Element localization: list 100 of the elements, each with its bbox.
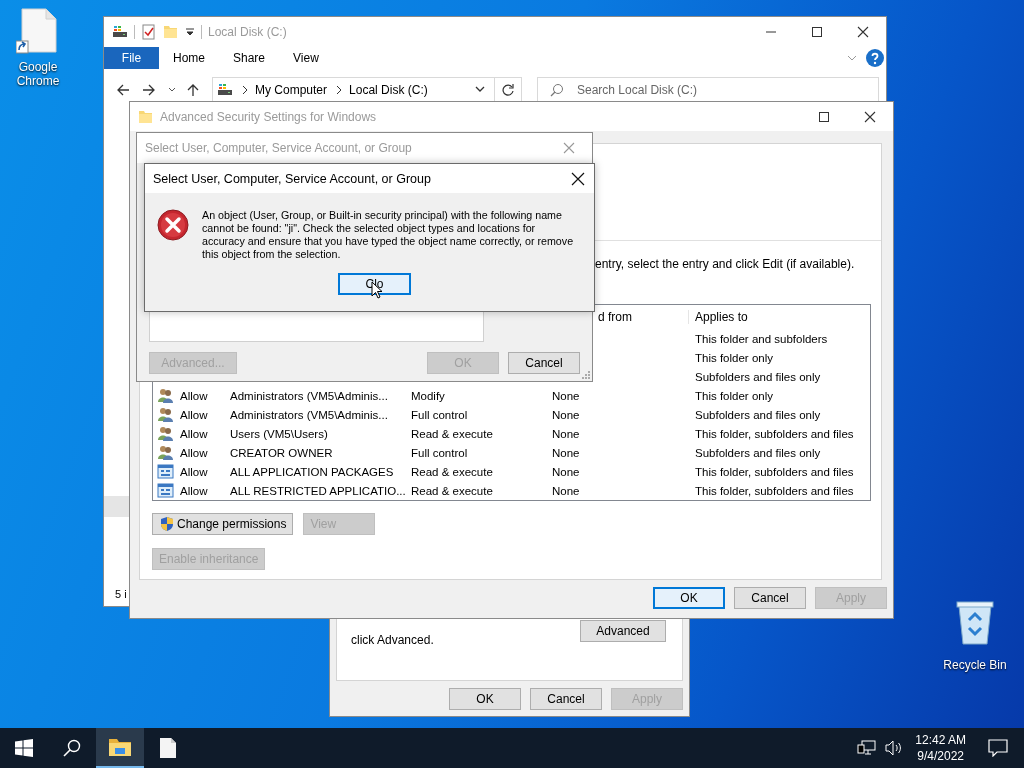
document-icon <box>159 737 177 759</box>
table-cell-text: None <box>552 427 581 440</box>
table-cell-text: Allow <box>180 389 209 402</box>
folder-icon <box>108 737 132 757</box>
windows-start-icon[interactable] <box>15 739 33 757</box>
table-cell-text: This folder only <box>695 389 774 402</box>
advanced-button[interactable]: Advanced <box>580 620 666 642</box>
dialog-button[interactable]: Cancel <box>508 352 580 374</box>
desktop-icon-label[interactable]: Recycle Bin <box>937 658 1013 672</box>
table-cell-text: Read & execute <box>411 465 494 478</box>
desktop-icon-label[interactable]: Google Chrome <box>8 60 68 88</box>
network-icon[interactable] <box>857 740 878 756</box>
table-cell-text: Users (VM5\Users) <box>230 427 329 440</box>
table-cell-text: Allow <box>180 484 209 497</box>
shortcut-icon[interactable] <box>16 8 60 54</box>
user-group-icon <box>157 425 174 442</box>
dialog-button[interactable]: Cancel <box>734 587 806 609</box>
close-icon[interactable] <box>864 110 876 123</box>
window-title: Select User, Computer, Service Account, or Group <box>153 171 431 186</box>
error-message: An object (User, Group, or Built-in security principal) with the following name cannot be found: "ji". Check the selected object types and locations for accuracy and ensure that you have typed the object name correctly, or remove this object from the selection. <box>202 209 575 261</box>
names-field[interactable] <box>149 311 484 342</box>
refresh-icon[interactable] <box>501 83 515 97</box>
table-cell-text: Allow <box>180 446 209 459</box>
table-cell-text: Administrators (VM5\Adminis... <box>230 408 389 421</box>
dialog-button[interactable]: OK <box>653 587 725 609</box>
window-title: Local Disk (C:) <box>208 25 287 39</box>
table-cell-text: None <box>552 465 581 478</box>
recycle-bin-icon[interactable] <box>955 600 995 646</box>
error-icon <box>157 209 189 241</box>
breadcrumb[interactable]: My Computer <box>255 83 328 97</box>
properties-icon[interactable] <box>141 24 157 40</box>
drive-icon <box>112 24 128 40</box>
nav-pane-selection[interactable] <box>104 496 130 517</box>
help-icon[interactable] <box>866 49 884 67</box>
folder-icon <box>138 108 154 125</box>
breadcrumb[interactable]: Local Disk (C:) <box>349 83 428 97</box>
table-cell-text: This folder, subfolders and files <box>695 484 855 497</box>
table-cell-text: Full control <box>411 446 469 459</box>
chevron-icon[interactable] <box>241 85 249 95</box>
table-cell-text: Read & execute <box>411 427 494 440</box>
close-icon[interactable] <box>571 171 585 186</box>
status-text: 5 i <box>114 588 128 600</box>
drive-icon <box>217 82 233 98</box>
chevron-icon[interactable] <box>168 86 176 94</box>
notification-icon[interactable] <box>988 739 1008 757</box>
change-permissions-button[interactable]: Change permissions <box>152 513 294 535</box>
table-cell-text: Subfolders and files only <box>695 370 822 383</box>
maximize-icon[interactable] <box>811 26 823 38</box>
search-field[interactable]: Search Local Disk (C:) <box>537 77 879 103</box>
table-cell-text: Subfolders and files only <box>695 446 822 459</box>
table-cell-text: None <box>552 484 581 497</box>
user-group-icon <box>157 387 174 404</box>
table-cell-text: Allow <box>180 465 209 478</box>
dialog-button[interactable]: Cancel <box>530 688 602 710</box>
table-cell-text: Read & execute <box>411 484 494 497</box>
user-group-icon <box>157 406 174 423</box>
help-text: click Advanced. <box>351 633 434 647</box>
table-cell-text: None <box>552 389 581 402</box>
window-title: Advanced Security Settings for Windows <box>160 109 377 124</box>
package-icon <box>157 463 174 480</box>
table-cell-text: Administrators (VM5\Adminis... <box>230 389 389 402</box>
table-cell-text: This folder, subfolders and files <box>695 427 855 440</box>
dropdown-icon[interactable] <box>185 27 195 37</box>
table-cell-text: None <box>552 446 581 459</box>
chevron-icon[interactable] <box>335 85 344 95</box>
instruction-text: entry, select the entry and click Edit (if available). <box>594 257 856 271</box>
dialog-button[interactable]: OK <box>449 688 521 710</box>
ribbon-tab[interactable]: View <box>279 47 333 69</box>
shield-icon <box>159 516 175 532</box>
search-icon <box>550 83 564 97</box>
up-arrow-icon[interactable] <box>186 83 200 97</box>
table-cell-text: CREATOR OWNER <box>230 446 334 459</box>
back-arrow-icon[interactable] <box>116 83 130 97</box>
table-cell-text: This folder, subfolders and files <box>695 465 855 478</box>
forward-arrow-icon[interactable] <box>142 83 156 97</box>
table-cell-text: ALL RESTRICTED APPLICATIO... <box>230 484 407 497</box>
ribbon-tab[interactable]: Home <box>159 47 219 69</box>
taskbar-button[interactable] <box>96 728 144 768</box>
clock-time[interactable]: 12:42 AM <box>915 732 966 748</box>
ribbon-tab[interactable]: Share <box>219 47 280 69</box>
table-cell-text: This folder and subfolders <box>695 332 829 345</box>
resize-grip-icon[interactable] <box>582 371 590 379</box>
table-cell-text: Full control <box>411 408 469 421</box>
maximize-icon[interactable] <box>818 110 830 123</box>
search-icon[interactable] <box>63 739 81 757</box>
table-cell-text: None <box>552 408 581 421</box>
table-cell-text: Allow <box>180 408 209 421</box>
table-cell-text: Allow <box>180 427 209 440</box>
column-header[interactable]: Applies to <box>688 310 870 324</box>
table-cell-text: Modify <box>411 389 446 402</box>
close-icon[interactable] <box>857 26 869 38</box>
window-title: Select User, Computer, Service Account, or Group <box>145 141 412 155</box>
clock-date[interactable]: 9/4/2022 <box>917 748 964 764</box>
table-cell-text: Subfolders and files only <box>695 408 822 421</box>
volume-icon[interactable] <box>885 740 904 756</box>
table-cell-text: ALL APPLICATION PACKAGES <box>230 465 395 478</box>
file-menu[interactable]: File <box>104 47 159 69</box>
user-group-icon <box>157 444 174 461</box>
table-cell-text: This folder only <box>695 351 774 364</box>
package-icon <box>157 482 174 499</box>
